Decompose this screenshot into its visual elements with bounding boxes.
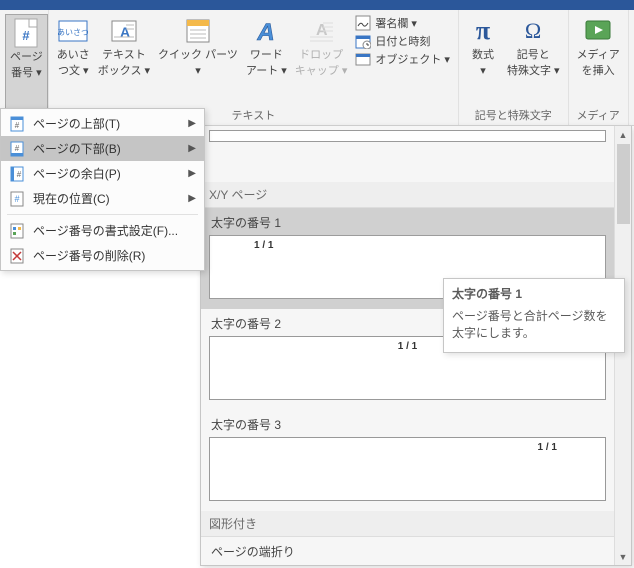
tooltip-body: ページ番号と合計ページ数を太字にします。 <box>452 308 616 342</box>
greeting-button[interactable]: あいさつ あいさ つ文 ▾ <box>53 13 94 81</box>
gallery-item-title: 太字の番号 3 <box>209 416 606 433</box>
group-label-symbols: 記号と特殊文字 <box>475 105 552 123</box>
object-icon <box>355 51 371 67</box>
gallery-item-shape[interactable]: ページの端折り <box>201 537 614 565</box>
wordart-label-1: ワード <box>250 49 283 63</box>
equation-button[interactable]: π 数式 ▾ <box>463 13 503 81</box>
menu-current-pos[interactable]: # 現在の位置(C) ▶ <box>1 186 204 211</box>
equation-label-2: ▾ <box>480 65 486 79</box>
gallery-header-xy: X/Y ページ <box>201 182 614 208</box>
gallery-item-preview: 1 / 1 <box>209 437 606 501</box>
quickparts-icon <box>182 15 214 47</box>
sign-line-label: 署名欄 ▾ <box>375 15 417 31</box>
page-number-label-2: 番号 ▾ <box>11 67 42 81</box>
page-margin-icon: # <box>9 166 25 182</box>
format-icon <box>9 223 25 239</box>
symbol-label-2: 特殊文字 ▾ <box>507 65 560 79</box>
media-label-1: メディア <box>577 49 620 63</box>
equation-label-1: 数式 <box>472 49 494 63</box>
tooltip-title: 太字の番号 1 <box>452 285 616 302</box>
media-icon <box>582 15 614 47</box>
greeting-label-2: つ文 ▾ <box>58 65 89 79</box>
dropcap-label-1: ドロップ <box>299 49 343 63</box>
menu-separator <box>7 214 198 215</box>
calendar-icon <box>355 33 371 49</box>
svg-text:Ω: Ω <box>525 18 541 43</box>
textbox-icon: A <box>108 15 140 47</box>
wordart-button[interactable]: A ワード アート ▾ <box>242 13 291 81</box>
chevron-right-icon: ▶ <box>188 168 196 179</box>
pi-icon: π <box>467 15 499 47</box>
menu-current-pos-label: 現在の位置(C) <box>33 190 110 207</box>
textbox-label-1: テキスト <box>102 49 146 63</box>
textbox-label-2: ボックス ▾ <box>98 65 150 79</box>
greeting-icon: あいさつ <box>57 15 89 47</box>
current-pos-icon: # <box>9 191 25 207</box>
menu-page-margin[interactable]: # ページの余白(P) ▶ <box>1 161 204 186</box>
remove-icon <box>9 248 25 264</box>
page-number-icon: # <box>10 17 42 49</box>
object-button[interactable]: オブジェクト ▾ <box>355 51 450 67</box>
symbol-button[interactable]: Ω 記号と 特殊文字 ▾ <box>503 13 564 81</box>
scroll-down-icon[interactable]: ▼ <box>615 548 631 565</box>
page-bottom-icon: # <box>9 141 25 157</box>
group-label-media: メディア <box>577 105 620 123</box>
object-label: オブジェクト ▾ <box>375 51 450 67</box>
svg-text:#: # <box>15 144 20 153</box>
media-button[interactable]: メディア を挿入 <box>573 13 624 81</box>
quickparts-label-2: ▾ <box>195 65 201 79</box>
gallery-item-bold-3[interactable]: 太字の番号 3 1 / 1 <box>201 410 614 511</box>
tooltip: 太字の番号 1 ページ番号と合計ページ数を太字にします。 <box>443 278 625 353</box>
svg-text:#: # <box>17 170 22 179</box>
svg-text:A: A <box>120 24 130 40</box>
quickparts-label-1: クイック パーツ <box>158 49 238 63</box>
menu-page-bottom-label: ページの下部(B) <box>33 140 121 157</box>
quickparts-button[interactable]: クイック パーツ ▾ <box>154 13 242 81</box>
menu-page-top[interactable]: # ページの上部(T) ▶ <box>1 111 204 136</box>
pagenum-text: 1 / 1 <box>538 442 557 453</box>
date-time-button[interactable]: 日付と時刻 <box>355 33 450 49</box>
gallery-preview-strip <box>209 130 606 142</box>
menu-page-margin-label: ページの余白(P) <box>33 165 121 182</box>
menu-page-top-label: ページの上部(T) <box>33 115 120 132</box>
svg-text:あいさつ: あいさつ <box>58 28 88 37</box>
menu-remove-label: ページ番号の削除(R) <box>33 247 145 264</box>
menu-format-label: ページ番号の書式設定(F)... <box>33 222 178 239</box>
sign-line-button[interactable]: 署名欄 ▾ <box>355 15 450 31</box>
wordart-icon: A <box>250 15 282 47</box>
chevron-right-icon: ▶ <box>188 143 196 154</box>
signature-icon <box>355 15 371 31</box>
dropcap-icon: A <box>305 15 337 47</box>
symbol-label-1: 記号と <box>517 49 550 63</box>
chevron-right-icon: ▶ <box>188 193 196 204</box>
menu-page-bottom[interactable]: # ページの下部(B) ▶ <box>1 136 204 161</box>
menu-remove[interactable]: ページ番号の削除(R) <box>1 243 204 268</box>
greeting-label-1: あいさ <box>57 49 90 63</box>
scroll-up-icon[interactable]: ▲ <box>615 126 631 143</box>
wordart-label-2: アート ▾ <box>246 65 287 79</box>
media-label-2: を挿入 <box>582 65 615 79</box>
group-label-text: テキスト <box>232 105 276 123</box>
page-top-icon: # <box>9 116 25 132</box>
dropcap-label-2: キャップ ▾ <box>295 65 348 79</box>
pagenum-text: 1 / 1 <box>254 240 273 251</box>
title-bar <box>0 0 634 10</box>
date-time-label: 日付と時刻 <box>375 33 430 49</box>
svg-text:A: A <box>257 19 275 46</box>
pagenum-text: 1 / 1 <box>398 341 417 352</box>
svg-text:#: # <box>23 28 31 43</box>
gallery-item-title: ページの端折り <box>209 543 606 560</box>
svg-text:#: # <box>15 121 20 130</box>
page-number-label-1: ページ <box>10 51 43 65</box>
page-number-menu: # ページの上部(T) ▶ # ページの下部(B) ▶ # ページの余白(P) … <box>0 108 205 271</box>
dropcap-button: A ドロップ キャップ ▾ <box>291 13 352 81</box>
gallery-header-shape: 図形付き <box>201 511 614 537</box>
menu-format[interactable]: ページ番号の書式設定(F)... <box>1 218 204 243</box>
svg-text:#: # <box>14 194 19 204</box>
gallery-item-title: 太字の番号 1 <box>209 214 606 231</box>
textbox-button[interactable]: A テキスト ボックス ▾ <box>94 13 154 81</box>
chevron-right-icon: ▶ <box>188 118 196 129</box>
scroll-thumb[interactable] <box>617 144 630 224</box>
omega-icon: Ω <box>517 15 549 47</box>
